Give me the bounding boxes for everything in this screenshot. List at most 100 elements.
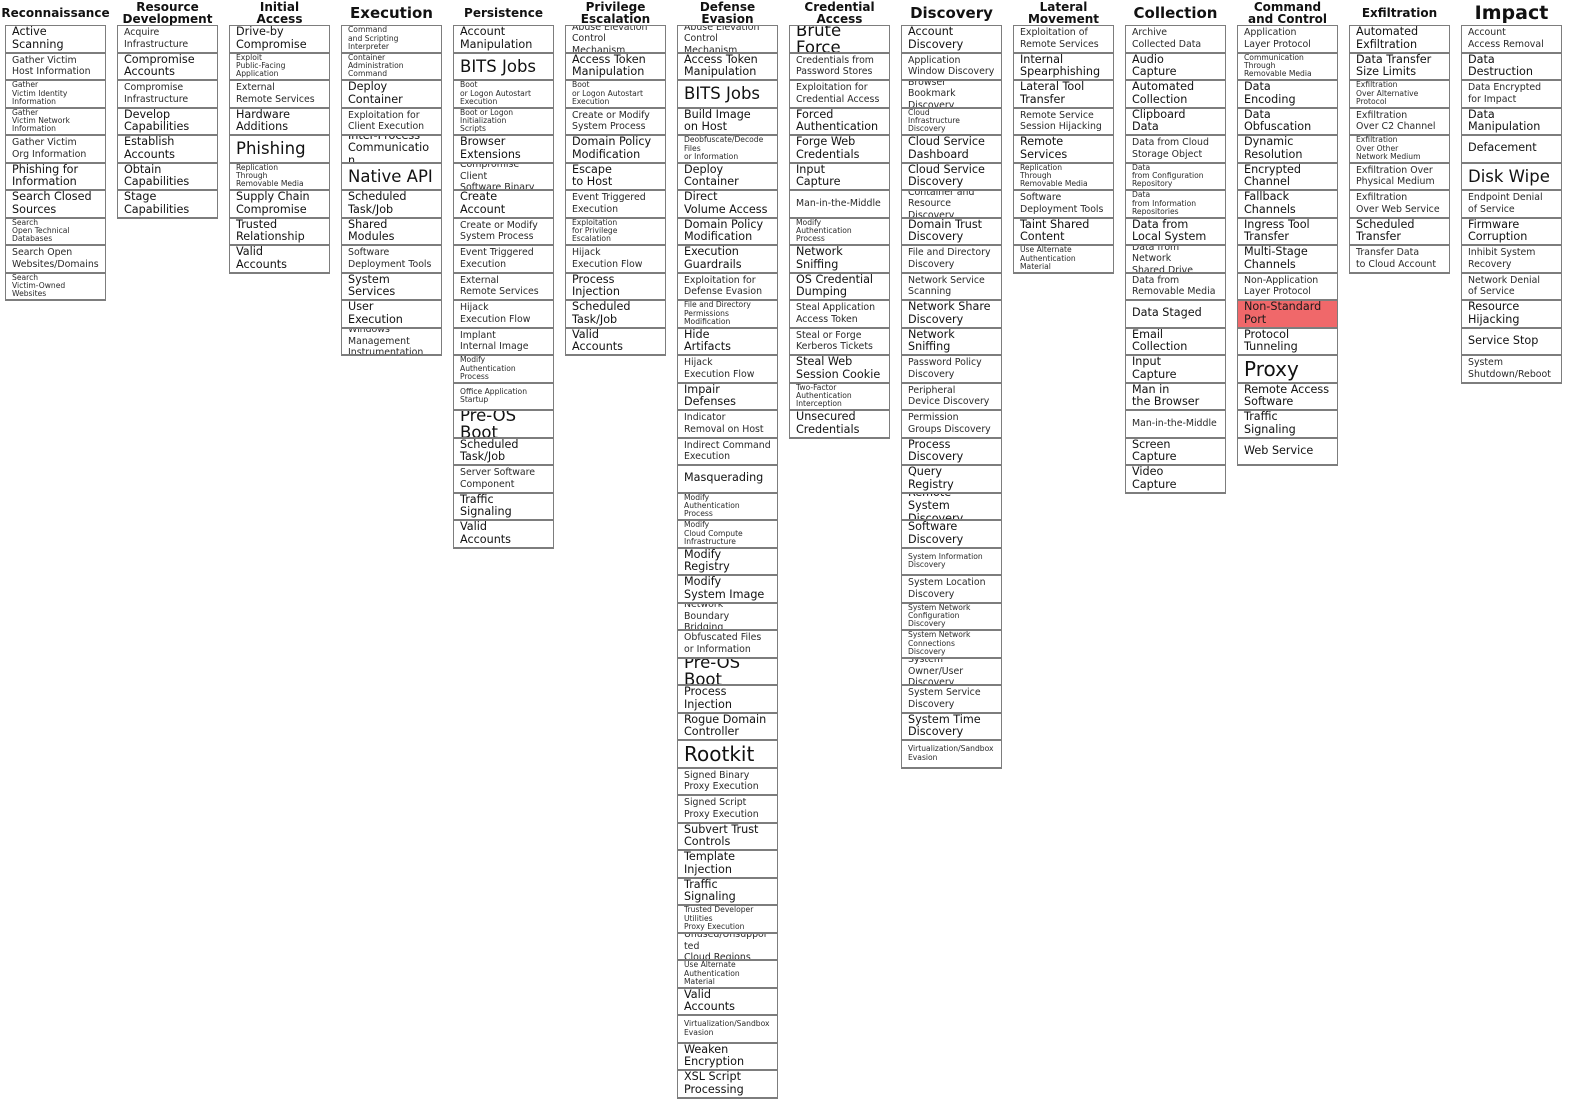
technique-cell[interactable]: Modify Authentication Process	[678, 494, 777, 521]
technique-cell[interactable]: Steal Application Access Token	[790, 301, 889, 329]
technique-cell[interactable]: Proxy	[1238, 356, 1337, 384]
technique-cell[interactable]: Deploy Container	[678, 164, 777, 191]
technique-cell[interactable]: Data from Configuration Repository	[1126, 164, 1225, 191]
technique-cell[interactable]: Inter-Process Communication	[342, 136, 441, 164]
technique-cell[interactable]: Scheduled Task/Job	[342, 191, 441, 219]
technique-cell[interactable]: Data Manipulation	[1462, 109, 1561, 136]
technique-cell[interactable]: Cloud Service Discovery	[902, 164, 1001, 191]
technique-cell[interactable]: Man-in-the-Middle	[1126, 411, 1225, 439]
technique-cell[interactable]: Non-Application Layer Protocol	[1238, 274, 1337, 301]
technique-cell[interactable]: Password Policy Discovery	[902, 356, 1001, 384]
technique-cell[interactable]: Exfiltration Over Physical Medium	[1350, 164, 1449, 191]
technique-cell[interactable]: Data from Network Shared Drive	[1126, 246, 1225, 274]
tactic-header-persistence[interactable]: Persistence	[453, 0, 554, 25]
tactic-header-execution[interactable]: Execution	[341, 0, 442, 25]
technique-cell[interactable]: Rootkit	[678, 741, 777, 769]
technique-cell[interactable]: User Execution	[342, 301, 441, 329]
technique-cell[interactable]: Software Deployment Tools	[1014, 191, 1113, 219]
technique-cell[interactable]: Account Manipulation	[454, 26, 553, 54]
technique-cell[interactable]: Hijack Execution Flow	[454, 301, 553, 329]
technique-cell[interactable]: Network Boundary Bridging	[678, 604, 777, 631]
technique-cell[interactable]: Exploitation for Client Execution	[342, 109, 441, 136]
technique-cell[interactable]: Man-in-the-Middle	[790, 191, 889, 219]
technique-cell[interactable]: Access Token Manipulation	[566, 54, 665, 81]
technique-cell[interactable]: Search Open Websites/Domains	[6, 246, 105, 274]
technique-cell-highlighted[interactable]: Non-Standard Port	[1238, 301, 1337, 329]
technique-cell[interactable]: Execution Guardrails	[678, 246, 777, 274]
technique-cell[interactable]: Native API	[342, 164, 441, 191]
technique-cell[interactable]: Data Encrypted for Impact	[1462, 81, 1561, 109]
technique-cell[interactable]: System Service Discovery	[902, 686, 1001, 714]
tactic-header-initial-access[interactable]: Initial Access	[229, 0, 330, 25]
technique-cell[interactable]: Modify Registry	[678, 549, 777, 576]
technique-cell[interactable]: BITS Jobs	[454, 54, 553, 81]
technique-cell[interactable]: Search Closed Sources	[6, 191, 105, 219]
tactic-header-reconnaissance[interactable]: Reconnaissance	[1, 0, 109, 25]
technique-cell[interactable]: Compromise Client Software Binary	[454, 164, 553, 191]
technique-cell[interactable]: Exploitation for Credential Access	[790, 81, 889, 109]
technique-cell[interactable]: Service Stop	[1462, 329, 1561, 356]
technique-cell[interactable]: Virtualization/Sandbox Evasion	[902, 741, 1001, 769]
technique-cell[interactable]: Ingress Tool Transfer	[1238, 219, 1337, 246]
technique-cell[interactable]: System Time Discovery	[902, 714, 1001, 741]
technique-cell[interactable]: Scheduled Task/Job	[566, 301, 665, 329]
technique-cell[interactable]: Data from Information Repositories	[1126, 191, 1225, 219]
technique-cell[interactable]: Remote Access Software	[1238, 384, 1337, 411]
technique-cell[interactable]: Impair Defenses	[678, 384, 777, 411]
technique-cell[interactable]: Boot or Logon Initialization Scripts	[454, 109, 553, 136]
technique-cell[interactable]: Create or Modify System Process	[566, 109, 665, 136]
technique-cell[interactable]: Shared Modules	[342, 219, 441, 246]
technique-cell[interactable]: Access Token Manipulation	[678, 54, 777, 81]
technique-cell[interactable]: Hardware Additions	[230, 109, 329, 136]
technique-cell[interactable]: Pre-OS Boot	[454, 411, 553, 439]
technique-cell[interactable]: System Information Discovery	[902, 549, 1001, 576]
technique-cell[interactable]: Weaken Encryption	[678, 1044, 777, 1071]
tactic-header-resource-development[interactable]: Resource Development	[117, 0, 218, 25]
technique-cell[interactable]: Defacement	[1462, 136, 1561, 164]
technique-cell[interactable]: Masquerading	[678, 466, 777, 494]
technique-cell[interactable]: Lateral Tool Transfer	[1014, 81, 1113, 109]
technique-cell[interactable]: Credentials from Password Stores	[790, 54, 889, 81]
technique-cell[interactable]: Network Service Scanning	[902, 274, 1001, 301]
technique-cell[interactable]: Create or Modify System Process	[454, 219, 553, 246]
tactic-header-privilege-escalation[interactable]: Privilege Escalation	[565, 0, 666, 25]
technique-cell[interactable]: Template Injection	[678, 851, 777, 879]
technique-cell[interactable]: Network Share Discovery	[902, 301, 1001, 329]
technique-cell[interactable]: Data from Removable Media	[1126, 274, 1225, 301]
technique-cell[interactable]: Input Capture	[1126, 356, 1225, 384]
technique-cell[interactable]: Event Triggered Execution	[566, 191, 665, 219]
technique-cell[interactable]: Process Discovery	[902, 439, 1001, 466]
technique-cell[interactable]: Cloud Infrastructure Discovery	[902, 109, 1001, 136]
technique-cell[interactable]: Office Application Startup	[454, 384, 553, 411]
technique-cell[interactable]: Obtain Capabilities	[118, 164, 217, 191]
technique-cell[interactable]: BITS Jobs	[678, 81, 777, 109]
technique-cell[interactable]: Resource Hijacking	[1462, 301, 1561, 329]
technique-cell[interactable]: Exfiltration Over C2 Channel	[1350, 109, 1449, 136]
technique-cell[interactable]: Exfiltration Over Other Network Medium	[1350, 136, 1449, 164]
technique-cell[interactable]: Fallback Channels	[1238, 191, 1337, 219]
technique-cell[interactable]: Trusted Developer Utilities Proxy Execut…	[678, 906, 777, 934]
technique-cell[interactable]: Automated Exfiltration	[1350, 26, 1449, 54]
technique-cell[interactable]: Inhibit System Recovery	[1462, 246, 1561, 274]
technique-cell[interactable]: Abuse Elevation Control Mechanism	[566, 26, 665, 54]
technique-cell[interactable]: Data Destruction	[1462, 54, 1561, 81]
technique-cell[interactable]: Steal or Forge Kerberos Tickets	[790, 329, 889, 356]
technique-cell[interactable]: Search Victim-Owned Websites	[6, 274, 105, 301]
technique-cell[interactable]: Remote Service Session Hijacking	[1014, 109, 1113, 136]
technique-cell[interactable]: Gather Victim Network Information	[6, 109, 105, 136]
technique-cell[interactable]: Use Alternate Authentication Material	[1014, 246, 1113, 274]
technique-cell[interactable]: Replication Through Removable Media	[1014, 164, 1113, 191]
technique-cell[interactable]: Scheduled Transfer	[1350, 219, 1449, 246]
technique-cell[interactable]: Email Collection	[1126, 329, 1225, 356]
technique-cell[interactable]: Traffic Signaling	[1238, 411, 1337, 439]
technique-cell[interactable]: Indirect Command Execution	[678, 439, 777, 466]
technique-cell[interactable]: Forced Authentication	[790, 109, 889, 136]
technique-cell[interactable]: Container Administration Command	[342, 54, 441, 81]
technique-cell[interactable]: Traffic Signaling	[678, 879, 777, 906]
technique-cell[interactable]: Exploit Public-Facing Application	[230, 54, 329, 81]
technique-cell[interactable]: Encrypted Channel	[1238, 164, 1337, 191]
technique-cell[interactable]: Process Injection	[566, 274, 665, 301]
technique-cell[interactable]: Application Window Discovery	[902, 54, 1001, 81]
technique-cell[interactable]: Scheduled Task/Job	[454, 439, 553, 466]
technique-cell[interactable]: Rogue Domain Controller	[678, 714, 777, 741]
